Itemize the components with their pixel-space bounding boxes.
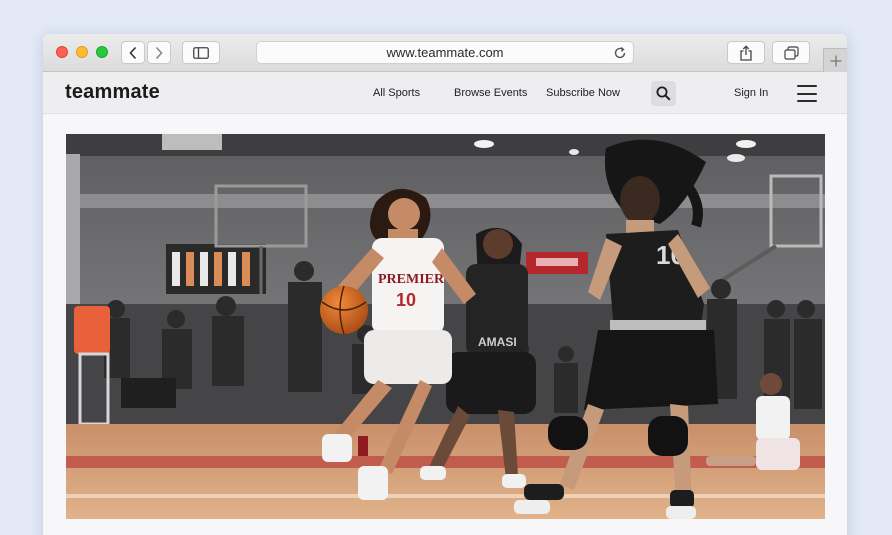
browser-toolbar: www.teammate.com [43,34,847,72]
hamburger-menu-icon[interactable] [797,85,817,102]
chevron-right-icon [155,46,163,59]
chevron-left-icon [129,46,137,59]
page-content: AMASI PREMIER 10 10 [43,114,847,535]
share-button[interactable] [727,41,765,64]
minimize-window-button[interactable] [76,46,88,58]
site-logo[interactable]: teammate [65,81,160,104]
basketball-game-photo: AMASI PREMIER 10 10 [66,134,825,519]
defender-jersey-text: AMASI [478,335,517,349]
sidebar-toggle-button[interactable] [182,41,220,64]
share-icon [740,44,752,61]
site-header: teammate All Sports Browse Events Subscr… [43,72,847,114]
hero-image: AMASI PREMIER 10 10 [66,134,825,519]
jersey-number-front: 10 [396,290,416,310]
browser-window: www.teammate.com teammate All Sports Bro… [43,34,847,535]
back-button[interactable] [121,41,145,64]
sidebar-icon [193,46,209,59]
sign-in-link[interactable]: Sign In [734,87,768,99]
reload-icon [614,47,626,59]
nav-link-subscribe-now[interactable]: Subscribe Now [546,87,620,99]
show-tabs-button[interactable] [772,41,810,64]
jersey-team-text: PREMIER [378,272,445,287]
new-tab-button[interactable] [823,48,847,72]
reload-button[interactable] [613,46,627,63]
search-button[interactable] [651,81,676,106]
forward-button[interactable] [147,41,171,64]
nav-link-browse-events[interactable]: Browse Events [454,87,527,99]
address-bar-url: www.teammate.com [386,45,504,60]
close-window-button[interactable] [56,46,68,58]
plus-icon [830,55,841,66]
search-icon [656,86,671,101]
tabs-icon [783,45,799,60]
nav-link-all-sports[interactable]: All Sports [373,87,420,99]
address-bar[interactable]: www.teammate.com [256,41,634,64]
maximize-window-button[interactable] [96,46,108,58]
